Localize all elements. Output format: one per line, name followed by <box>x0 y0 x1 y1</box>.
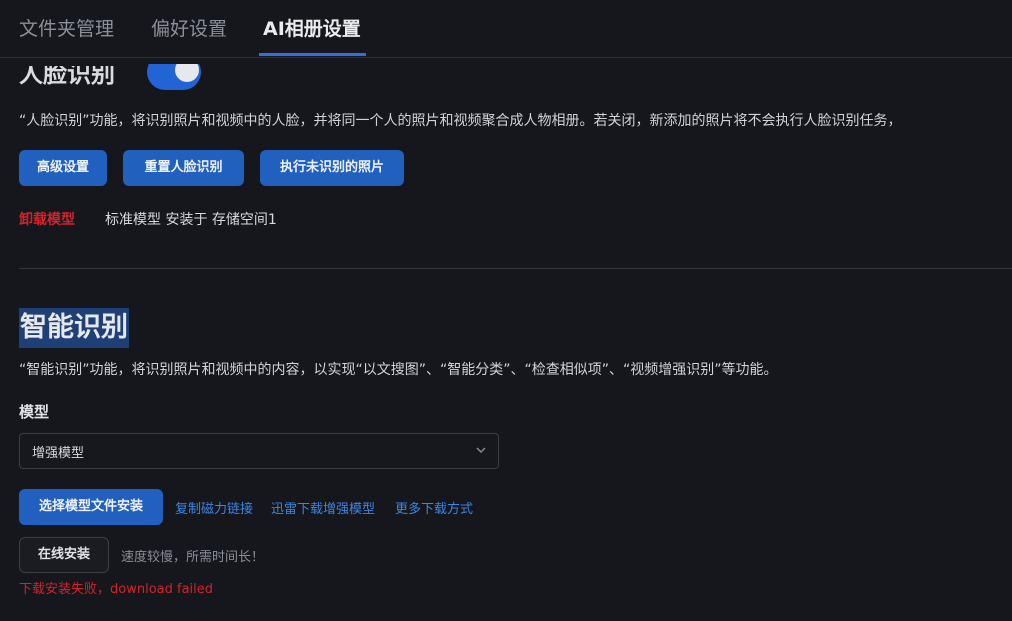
chevron-down-icon <box>476 447 486 453</box>
section-divider <box>19 268 1012 269</box>
advanced-settings-button[interactable]: 高级设置 <box>19 150 107 186</box>
tab-ai-album-settings[interactable]: AI相册设置 <box>263 14 361 41</box>
run-unrecognized-photos-button[interactable]: 执行未识别的照片 <box>260 150 404 186</box>
download-error-message: 下载安装失败，download failed <box>19 582 214 597</box>
smart-recognition-description: “智能识别”功能，将识别照片和视频中的内容，以实现“以文搜图”、“智能分类”、“… <box>19 362 778 378</box>
tab-preferences[interactable]: 偏好设置 <box>151 14 227 41</box>
active-tab-indicator <box>259 53 366 56</box>
select-model-file-button[interactable]: 选择模型文件安装 <box>19 489 163 525</box>
unload-model-link[interactable]: 卸载模型 <box>19 209 75 229</box>
face-recognition-description: “人脸识别”功能，将识别照片和视频中的人脸，并将同一个人的照片和视频聚合成人物相… <box>19 113 902 129</box>
more-download-options-link[interactable]: 更多下载方式 <box>395 498 473 517</box>
model-label: 模型 <box>19 403 50 421</box>
model-select-value: 增强模型 <box>32 446 85 461</box>
face-model-info: 标准模型 安装于 存储空间1 <box>105 212 277 228</box>
model-select[interactable]: 增强模型 <box>19 433 499 469</box>
online-install-button[interactable]: 在线安装 <box>19 537 109 573</box>
online-install-hint: 速度较慢，所需时间长！ <box>121 550 265 565</box>
face-recognition-toggle[interactable] <box>147 64 201 95</box>
thunder-download-link[interactable]: 迅雷下载增强模型 <box>271 498 375 517</box>
tab-bar: 文件夹管理 偏好设置 AI相册设置 <box>0 0 1012 58</box>
face-recognition-title: 人脸识别 <box>19 66 115 88</box>
reset-face-recognition-button[interactable]: 重置人脸识别 <box>123 150 244 186</box>
tab-folder-management[interactable]: 文件夹管理 <box>19 14 114 41</box>
copy-magnet-link[interactable]: 复制磁力链接 <box>175 498 253 517</box>
smart-recognition-title: 智能识别 <box>19 308 129 348</box>
